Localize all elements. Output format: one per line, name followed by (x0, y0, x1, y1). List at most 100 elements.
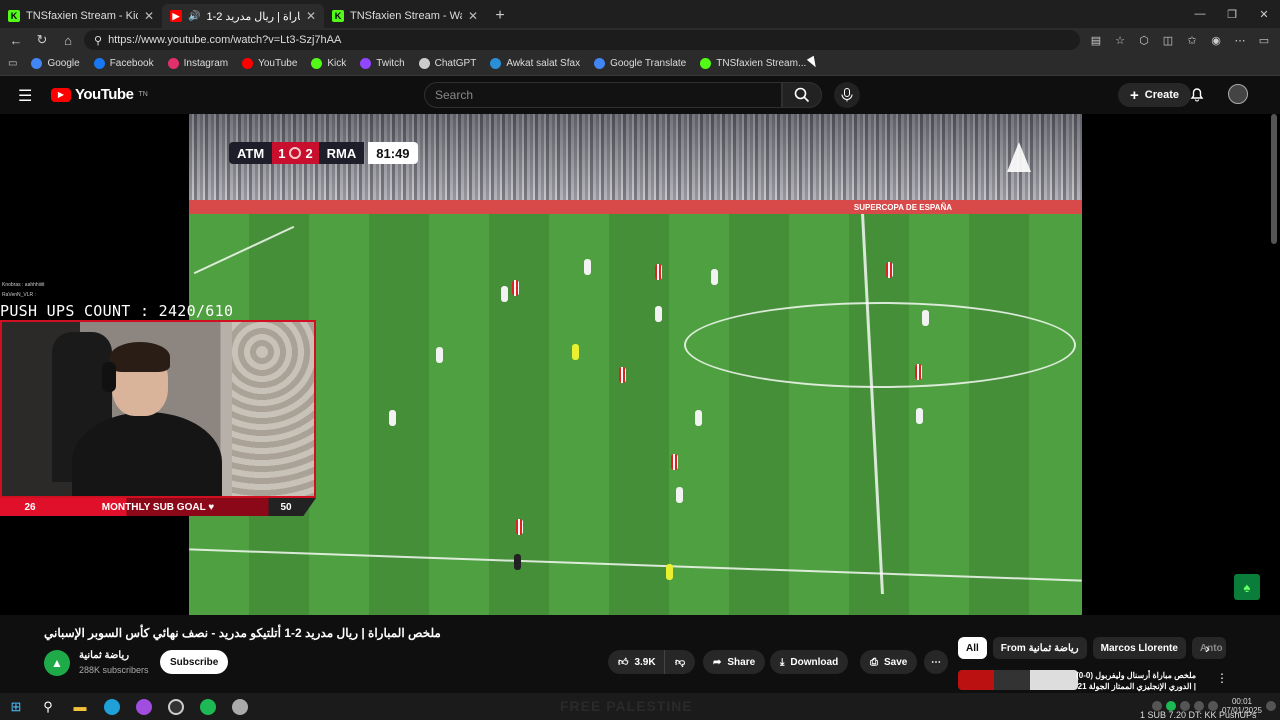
sub-goal-label: MONTHLY SUB GOAL ♥ (101, 501, 215, 513)
url-field[interactable]: ⚲ https://www.youtube.com/watch?v=Lt3-Sz… (84, 30, 1080, 50)
voice-search-button[interactable] (834, 82, 860, 108)
like-count: 3.9K (634, 656, 656, 668)
streamer-hair (110, 342, 170, 372)
home-icon[interactable]: ⌂ (58, 30, 78, 50)
tab-youtube-video[interactable]: ▶ 🔊 ملخص المباراة | ريال مدريد 2-1 ✕ (162, 4, 324, 28)
extensions-icon[interactable]: ⬡ (1134, 30, 1154, 50)
back-icon[interactable]: ← (6, 30, 26, 50)
tab-search-icon[interactable]: ▤ (1086, 30, 1106, 50)
refresh-icon[interactable]: ↻ (32, 30, 52, 50)
download-button[interactable]: ⤓ Download (770, 650, 849, 674)
ad-board: SUPERCOPA DE ESPAÑA (189, 200, 1082, 214)
address-bar-row: ← ↻ ⌂ ⚲ https://www.youtube.com/watch?v=… (0, 28, 1280, 52)
subscribe-button[interactable]: Subscribe (160, 650, 229, 674)
tab-kick-dashboard[interactable]: K TNSfaxien Stream - Kick Dashboar ✕ (0, 4, 162, 28)
bookmark-twitch[interactable]: Twitch (360, 58, 405, 69)
recommended-thumbnail[interactable] (958, 670, 1078, 690)
kick-icon: K (332, 10, 344, 22)
video-title: ملخص المباراة | ريال مدريد 2-1 أتلتيكو م… (44, 626, 441, 640)
sidebar-icon[interactable]: ▭ (1254, 30, 1274, 50)
bookmark-google-translate[interactable]: Google Translate (594, 58, 686, 69)
channel-avatar[interactable]: ▲ (44, 650, 70, 676)
search-icon[interactable]: ⚲ (32, 693, 64, 720)
tab-label: TNSfaxien Stream - Watch Live on (350, 10, 462, 22)
favorite-star-icon[interactable]: ☆ (1110, 30, 1130, 50)
share-button[interactable]: ➦ Share (703, 650, 766, 674)
minimize-icon[interactable]: — (1184, 0, 1216, 28)
bookmark-chatgpt[interactable]: ChatGPT (418, 58, 476, 69)
close-icon[interactable]: ✕ (306, 9, 316, 23)
notification-center-icon[interactable] (1266, 701, 1276, 711)
hoodie (72, 412, 222, 496)
save-button[interactable]: ⎙ Save (860, 650, 918, 674)
speaker-icon[interactable]: 🔊 (188, 11, 200, 22)
chrome-icon[interactable] (224, 693, 256, 720)
create-button[interactable]: + Create (1118, 83, 1192, 107)
search-input[interactable] (435, 88, 781, 102)
twitch-icon (360, 58, 372, 69)
chat-message: RaVenN_VLR : (2, 292, 36, 298)
youtube-play-icon: ▶ (51, 87, 71, 102)
search-button[interactable] (782, 82, 822, 108)
windows-start-icon[interactable]: ⊞ (0, 693, 32, 720)
chevron-right-icon[interactable]: › (1205, 640, 1210, 656)
file-explorer-icon[interactable]: ▬ (64, 693, 96, 720)
bookmark-instagram[interactable]: Instagram (167, 58, 228, 69)
channel-name[interactable]: رياضة ثمانية (79, 650, 129, 661)
browser-toolbar: ▤ ☆ ⬡ ◫ ✩ ◉ ⋯ ▭ (1086, 30, 1274, 50)
bookmark-folder-icon[interactable]: ▭ (8, 58, 17, 69)
recommended-title[interactable]: ملخص مباراة أرسنال وليفربول (0-0) | الدو… (1076, 670, 1196, 692)
box-line (193, 225, 295, 275)
new-tab-button[interactable]: + (486, 4, 514, 28)
more-icon[interactable]: ⋯ (1230, 30, 1250, 50)
obs-icon[interactable] (160, 693, 192, 720)
site-info-icon[interactable]: ⚲ (94, 34, 102, 47)
browser-tab-bar: K TNSfaxien Stream - Kick Dashboar ✕ ▶ 🔊… (0, 0, 1280, 28)
close-icon[interactable]: ✕ (468, 9, 478, 23)
like-button[interactable]: 👍︎ 3.9K (608, 650, 666, 674)
edge-icon[interactable] (96, 693, 128, 720)
more-vertical-icon[interactable]: ⋮ (1216, 671, 1228, 685)
player (512, 280, 519, 296)
score: 1 2 (272, 142, 319, 164)
chip-all[interactable]: All (958, 637, 987, 659)
more-horizontal-icon: ⋯ (931, 656, 941, 668)
profile-icon[interactable]: ◉ (1206, 30, 1226, 50)
video-player[interactable]: SUPERCOPA DE ESPAÑA ATM 1 2 RMA 81:49 (189, 114, 1082, 615)
account-avatar[interactable] (1228, 84, 1248, 104)
chip-from-channel[interactable]: From رياضة ثمانية (992, 637, 1087, 659)
bookmark-tnsfaxien[interactable]: TNSfaxien Stream... (700, 58, 806, 69)
favorites-icon[interactable]: ✩ (1182, 30, 1202, 50)
menu-icon[interactable]: ☰ (18, 86, 32, 106)
bookmark-kick[interactable]: Kick (311, 58, 346, 69)
more-actions-button[interactable]: ⋯ (924, 650, 948, 674)
plus-icon: + (1130, 86, 1139, 104)
youtube-logo[interactable]: ▶ YouTube TN (51, 86, 148, 103)
maximize-icon[interactable]: ❐ (1216, 0, 1248, 28)
bookmark-facebook[interactable]: Facebook (93, 58, 154, 69)
bookmark-google[interactable]: Google (31, 58, 80, 69)
url-text: https://www.youtube.com/watch?v=Lt3-Szj7… (108, 34, 342, 46)
notifications-button[interactable] (1189, 86, 1205, 105)
player (516, 519, 523, 535)
subscriber-count: 288K subscribers (79, 665, 149, 675)
tab-kick-watch[interactable]: K TNSfaxien Stream - Watch Live on ✕ (324, 4, 486, 28)
spotify-icon[interactable] (192, 693, 224, 720)
close-icon[interactable]: ✕ (144, 9, 154, 23)
referee (572, 344, 579, 360)
dislike-button[interactable]: 👎︎ (664, 650, 696, 674)
player (922, 310, 929, 326)
bookmark-awkat-salat[interactable]: Awkat salat Sfax (490, 58, 580, 69)
kick-icon (700, 58, 712, 69)
player (655, 306, 662, 322)
bookmark-youtube[interactable]: YouTube (242, 58, 297, 69)
split-screen-icon[interactable]: ◫ (1158, 30, 1178, 50)
chip-marcos-llorente[interactable]: Marcos Llorente (1092, 637, 1186, 659)
free-palestine-banner: FREE PALESTINE (560, 698, 693, 714)
away-team: RMA (318, 142, 365, 164)
home-team: ATM (229, 142, 273, 164)
messenger-icon[interactable] (128, 693, 160, 720)
close-window-icon[interactable]: ✕ (1248, 0, 1280, 28)
right-dark-area (1082, 114, 1280, 615)
page-scrollbar[interactable] (1271, 114, 1277, 244)
